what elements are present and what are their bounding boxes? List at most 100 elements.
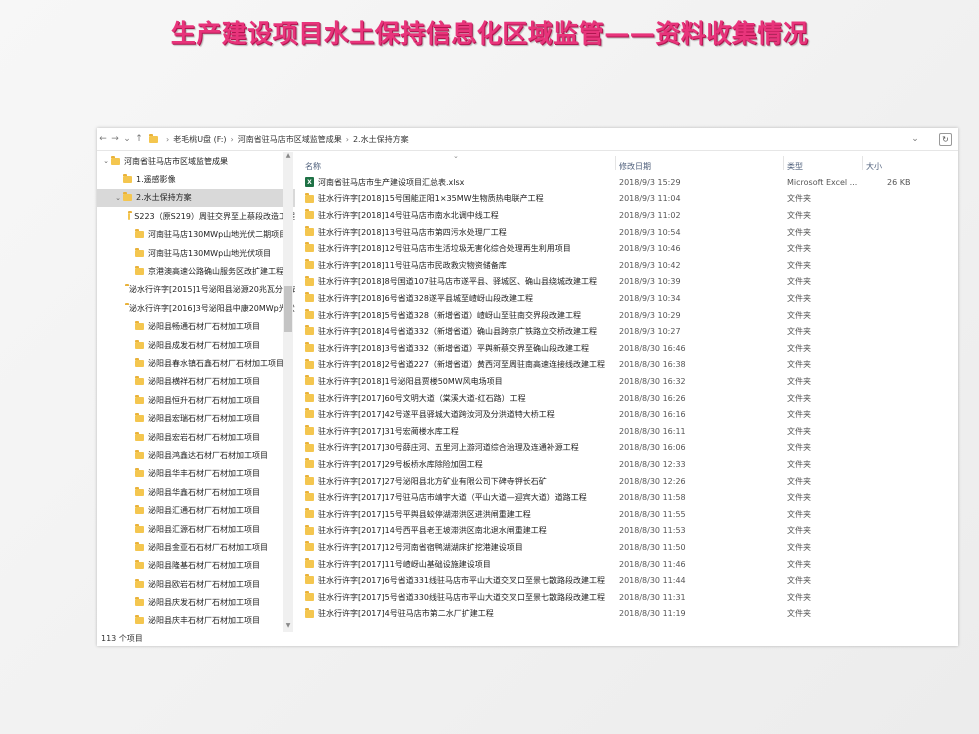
nav-tree-item[interactable]: 泌阳县金亚石石材厂石材加工项目: [97, 538, 295, 556]
folder-icon: [135, 449, 144, 459]
nav-tree-item[interactable]: 泌水行许字[2016]3号泌阳县中康20MWp光伏电站: [97, 299, 295, 317]
nav-scrollbar[interactable]: ▲ ▼: [283, 152, 293, 632]
file-row[interactable]: 驻水行许字[2018]6号省道328遂平县城至嵖岈山段改建工程 2018/9/3 …: [302, 290, 942, 307]
file-date: 2018/8/30 12:33: [619, 459, 686, 469]
file-row[interactable]: 驻水行许字[2018]5号省道328（新增省道）嵖岈山至驻南交界段改建工程 201…: [302, 307, 942, 324]
file-row[interactable]: 驻水行许字[2017]12号河南省宿鸭湖湖床扩挖港建设项目 2018/8/30 1…: [302, 539, 942, 556]
column-header-type[interactable]: 类型: [787, 161, 803, 172]
folder-icon: [135, 229, 144, 239]
file-row[interactable]: 驻水行许字[2017]31号宏蔺楼水库工程 2018/8/30 16:11 文件夹: [302, 423, 942, 440]
nav-tree-item[interactable]: 泌阳县汇源石材厂石材加工项目: [97, 520, 295, 538]
nav-tree-item-label: 泌阳县春水镇石鑫石材厂石材加工项目: [148, 358, 284, 368]
file-row[interactable]: 驻水行许字[2018]11号驻马店市民政救灾物资储备库 2018/9/3 10:4…: [302, 257, 942, 274]
column-header-size[interactable]: 大小: [866, 161, 882, 172]
file-row[interactable]: 驻水行许字[2017]5号省道330线驻马店市平山大道交叉口至景七散路段改建工程…: [302, 589, 942, 606]
nav-tree-item[interactable]: 泌阳县华鑫石材厂石材加工项目: [97, 483, 295, 501]
address-dropdown-icon[interactable]: ⌄: [909, 132, 921, 146]
file-row[interactable]: 驻水行许字[2018]15号国能正阳1×35MW生物质热电联产工程 2018/9/…: [302, 191, 942, 208]
nav-tree-item[interactable]: ⌄ 河南省驻马店市区域监管成果: [97, 152, 295, 170]
forward-icon[interactable]: →: [109, 132, 121, 146]
file-date: 2018/9/3 15:29: [619, 177, 681, 187]
chevron-down-icon[interactable]: ⌄: [113, 194, 123, 202]
file-row[interactable]: 驻水行许字[2017]14号西平县老王坡滞洪区南北退水闸重建工程 2018/8/3…: [302, 523, 942, 540]
file-row[interactable]: 驻水行许字[2017]42号遂平县驿城大道跨汝河及分洪道特大桥工程 2018/8/…: [302, 406, 942, 423]
recent-locations-icon[interactable]: ⌄: [121, 132, 133, 146]
nav-tree-item[interactable]: 泌阳县恒升石材厂石材加工项目: [97, 391, 295, 409]
nav-tree-item[interactable]: 泌阳县鸿鑫达石材厂石材加工项目: [97, 446, 295, 464]
file-type: 文件夹: [787, 526, 811, 536]
file-row[interactable]: 驻水行许字[2018]12号驻马店市生活垃圾无害化综合处理再生利用项目 2018/…: [302, 240, 942, 257]
file-date: 2018/8/30 16:11: [619, 426, 686, 436]
file-row[interactable]: 驻水行许字[2017]60号文明大道（棠溪大道-红石路）工程 2018/8/30 …: [302, 390, 942, 407]
column-divider[interactable]: [783, 156, 784, 170]
file-row[interactable]: X 河南省驻马店市生产建设项目汇总表.xlsx 2018/9/3 15:29 Micr…: [302, 174, 942, 191]
file-row[interactable]: 驻水行许字[2018]3号省道332（新增省道）平舆新蔡交界至确山段改建工程 20…: [302, 340, 942, 357]
nav-tree-item[interactable]: 河南驻马店130MWp山地光伏项目: [97, 244, 295, 262]
column-header-date[interactable]: 修改日期: [619, 161, 651, 172]
folder-icon: [135, 597, 144, 607]
nav-tree-item[interactable]: 泌阳县横祥石材厂石材加工项目: [97, 373, 295, 391]
nav-tree-item[interactable]: 泌阳县欧岩石材厂石材加工项目: [97, 575, 295, 593]
nav-tree-item[interactable]: 河南驻马店130MWp山地光伏二期项目: [97, 226, 295, 244]
folder-icon: [305, 342, 314, 352]
nav-tree-item[interactable]: 泌阳县宏岩石材厂石材加工项目: [97, 428, 295, 446]
column-divider[interactable]: [862, 156, 863, 170]
breadcrumb-folder[interactable]: 河南省驻马店市区域监管成果: [238, 134, 342, 145]
nav-tree-item[interactable]: 泌阳县庆丰石材厂石材加工项目: [97, 612, 295, 630]
chevron-down-icon[interactable]: ⌄: [101, 157, 111, 165]
file-type: 文件夹: [787, 260, 811, 270]
nav-tree-item[interactable]: S223（原S219）周驻交界至上蔡段改造工程: [97, 207, 295, 225]
nav-tree-item[interactable]: 泌阳县隆基石材厂石材加工项目: [97, 557, 295, 575]
file-type: 文件夹: [787, 376, 811, 386]
file-type: 文件夹: [787, 210, 811, 220]
nav-tree-item[interactable]: ⌄ 2.水土保持方案: [97, 188, 295, 208]
file-type: 文件夹: [787, 592, 811, 602]
nav-tree-item[interactable]: 泌阳县宏瑞石材厂石材加工项目: [97, 409, 295, 427]
file-row[interactable]: 驻水行许字[2018]14号驻马店市南水北调中线工程 2018/9/3 11:02…: [302, 207, 942, 224]
breadcrumb-current[interactable]: 2.水土保持方案: [353, 134, 409, 145]
file-date: 2018/9/3 10:29: [619, 310, 681, 320]
nav-tree-item[interactable]: 泌阳县庆发石材厂石材加工项目: [97, 593, 295, 611]
file-row[interactable]: 驻水行许字[2017]6号省道331线驻马店市平山大道交叉口至景七散路段改建工程…: [302, 572, 942, 589]
file-row[interactable]: 驻水行许字[2017]11号嵖岈山基础设施建设项目 2018/8/30 11:46…: [302, 556, 942, 573]
file-row[interactable]: 驻水行许字[2017]27号泌阳县北方矿业有限公司下碑寺钾长石矿 2018/8/3…: [302, 473, 942, 490]
file-name: 驻水行许字[2017]31号宏蔺楼水库工程: [318, 426, 459, 436]
scroll-down-icon[interactable]: ▼: [283, 622, 293, 632]
breadcrumb-drive[interactable]: 老毛桃U盘 (F:): [173, 134, 226, 145]
nav-tree-item[interactable]: 泌阳县华丰石材厂石材加工项目: [97, 465, 295, 483]
column-header-name[interactable]: 名称: [305, 161, 321, 172]
nav-tree-item-label: 泌阳县汇通石材厂石材加工项目: [148, 506, 260, 516]
file-row[interactable]: 驻水行许字[2017]15号平舆县蛟停湖滞洪区进洪闸重建工程 2018/8/30 …: [302, 506, 942, 523]
scrollbar-thumb[interactable]: [284, 286, 292, 332]
file-name: 驻水行许字[2017]5号省道330线驻马店市平山大道交叉口至景七散路段改建工程: [318, 592, 605, 602]
file-date: 2018/8/30 16:06: [619, 443, 686, 453]
file-row[interactable]: 驻水行许字[2017]4号驻马店市第二水厂扩建工程 2018/8/30 11:19…: [302, 606, 942, 623]
file-row[interactable]: 驻水行许字[2018]8号国道107驻马店市遂平县、驿城区、确山县绕城改建工程 2…: [302, 274, 942, 291]
nav-tree-item[interactable]: 泌水行许字[2015]1号泌阳县泌源20兆瓦分布式光伏: [97, 281, 295, 299]
file-row[interactable]: 驻水行许字[2018]4号省道332（新增省道）确山县跨京广铁路立交桥改建工程 2…: [302, 323, 942, 340]
column-divider[interactable]: [615, 156, 616, 170]
nav-tree-item-label: 泌阳县横祥石材厂石材加工项目: [148, 377, 260, 387]
file-row[interactable]: 驻水行许字[2018]2号省道227（新增省道）黄西河至周驻南高速连接线改建工程…: [302, 357, 942, 374]
file-date: 2018/9/3 10:54: [619, 227, 681, 237]
nav-tree-item[interactable]: 京港澳高速公路确山服务区改扩建工程: [97, 262, 295, 280]
nav-tree-item[interactable]: 泌阳县春水镇石鑫石材厂石材加工项目: [97, 354, 295, 372]
refresh-icon[interactable]: ↻: [939, 132, 952, 146]
file-name: 驻水行许字[2018]1号泌阳县贾楼50MW风电场项目: [318, 376, 503, 386]
file-row[interactable]: 驻水行许字[2017]29号板桥水库除险加固工程 2018/8/30 12:33 文…: [302, 456, 942, 473]
up-icon[interactable]: ↑: [133, 132, 145, 146]
back-icon[interactable]: ←: [97, 132, 109, 146]
file-row[interactable]: 驻水行许字[2017]17号驻马店市靖宇大道（平山大道—迎宾大道）道路工程 201…: [302, 489, 942, 506]
scroll-up-icon[interactable]: ▲: [283, 152, 293, 162]
nav-tree-item[interactable]: 泌阳县畅通石材厂石材加工项目: [97, 318, 295, 336]
nav-tree-item[interactable]: 泌阳县成发石材厂石材加工项目: [97, 336, 295, 354]
file-row[interactable]: 驻水行许字[2018]13号驻马店市第四污水处理厂工程 2018/9/3 10:5…: [302, 224, 942, 241]
file-row[interactable]: 驻水行许字[2018]1号泌阳县贾楼50MW风电场项目 2018/8/30 16:…: [302, 373, 942, 390]
file-date: 2018/8/30 11:46: [619, 559, 686, 569]
breadcrumb[interactable]: › 老毛桃U盘 (F:) › 河南省驻马店市区域监管成果 › 2.水土保持方案: [149, 132, 909, 146]
file-row[interactable]: 驻水行许字[2017]30号薛庄河、五里河上游河道综合治理及连通补源工程 2018…: [302, 440, 942, 457]
file-name: 驻水行许字[2018]11号驻马店市民政救灾物资储备库: [318, 260, 507, 270]
nav-tree-item[interactable]: 1.遥感影像: [97, 170, 295, 188]
folder-icon: [305, 474, 314, 485]
nav-tree-item[interactable]: 泌阳县汇通石材厂石材加工项目: [97, 501, 295, 519]
